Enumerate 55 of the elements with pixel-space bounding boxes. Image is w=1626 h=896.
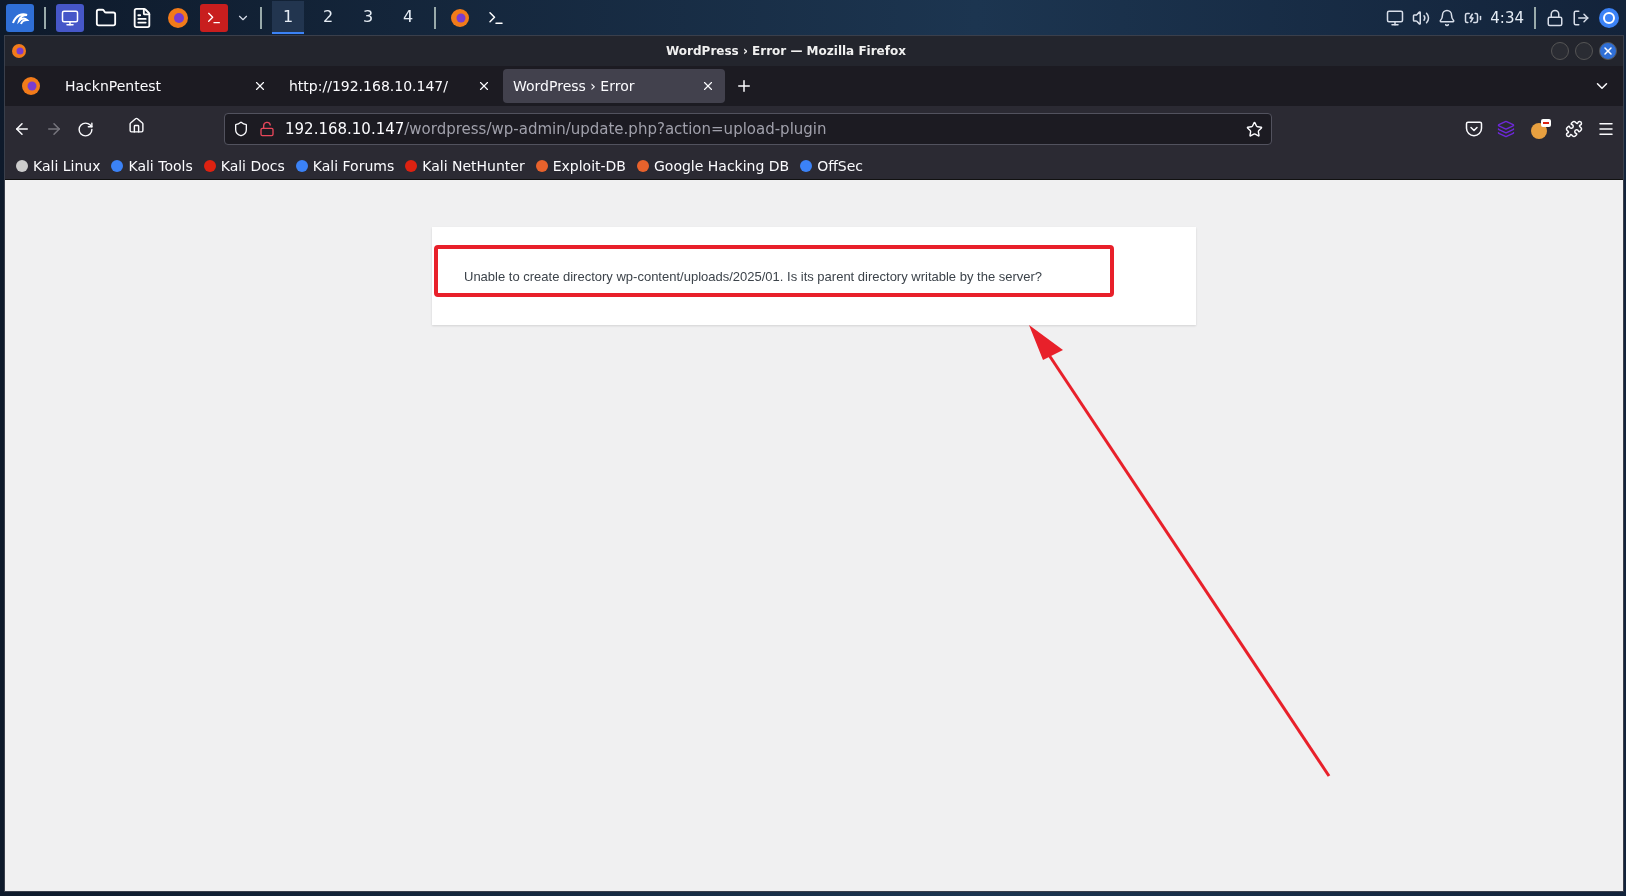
close-tab-icon[interactable] — [253, 79, 267, 93]
dragon-logo-icon[interactable] — [6, 3, 34, 32]
network-icon[interactable] — [1386, 8, 1405, 27]
workspace-button[interactable]: 1 — [272, 1, 304, 34]
address-bar[interactable]: 192.168.10.147/wordpress/wp-admin/update.php?action=upload-plugin — [224, 113, 1272, 145]
pocket-icon[interactable] — [1465, 120, 1483, 138]
reload-icon[interactable] — [77, 120, 94, 138]
bookmark-link[interactable]: Exploit-DB — [534, 157, 626, 174]
forward-icon[interactable] — [45, 120, 63, 138]
close-button[interactable] — [1599, 42, 1617, 60]
browser-tab[interactable]: WordPress › Error — [503, 69, 725, 103]
lock-icon[interactable] — [1546, 8, 1564, 27]
bookmark-link[interactable]: Kali Docs — [202, 157, 285, 174]
browser-tab[interactable]: http://192.168.10.147/ — [279, 69, 501, 103]
bookmark-link[interactable]: Google Hacking DB — [636, 157, 790, 174]
bookmark-link[interactable]: Kali Forums — [294, 157, 395, 174]
site-icon — [110, 158, 125, 173]
firefox-icon — [11, 43, 27, 59]
menu-icon[interactable] — [1597, 120, 1615, 138]
bookmark-link[interactable]: Kali Tools — [110, 157, 193, 174]
workspace-button[interactable]: 2 — [312, 1, 344, 34]
site-icon — [534, 158, 549, 173]
close-icon — [1602, 45, 1614, 57]
browser-tab[interactable]: HacknPentest — [55, 69, 277, 103]
site-icon — [202, 158, 217, 173]
extensions-icon[interactable] — [1565, 120, 1583, 138]
volume-icon[interactable] — [1412, 8, 1431, 27]
firefox-icon[interactable] — [21, 76, 41, 96]
clock[interactable]: 4:34 — [1490, 8, 1524, 27]
new-tab-icon[interactable] — [735, 77, 753, 95]
logout-icon[interactable] — [1572, 8, 1590, 27]
terminal-icon[interactable] — [200, 3, 228, 32]
insecure-lock-icon[interactable] — [259, 121, 275, 137]
close-tab-icon[interactable] — [701, 79, 715, 93]
browser-icon[interactable] — [1598, 6, 1620, 29]
workspace-button[interactable]: 4 — [392, 1, 424, 34]
site-icon — [404, 158, 419, 173]
desktop-icon[interactable] — [56, 3, 84, 32]
bookmark-link[interactable]: Kali Linux — [15, 157, 101, 174]
bookmark-star-icon[interactable] — [1246, 120, 1263, 138]
home-icon[interactable] — [128, 117, 145, 134]
error-message: Unable to create directory wp-content/uploads/2025/01. Is its parent directory writable by the server? — [464, 268, 1043, 284]
site-icon — [294, 158, 309, 173]
extension-badge-icon[interactable] — [1529, 118, 1551, 140]
site-icon — [15, 158, 29, 173]
shield-icon[interactable] — [233, 121, 249, 137]
back-icon[interactable] — [13, 120, 31, 138]
bookmark-link[interactable]: OffSec — [799, 157, 864, 174]
close-tab-icon[interactable] — [477, 79, 491, 93]
workspace-button[interactable]: 3 — [352, 1, 384, 34]
site-icon — [799, 158, 814, 173]
notification-icon[interactable] — [1438, 8, 1457, 27]
bookmark-link[interactable]: Kali NetHunter — [404, 157, 525, 174]
site-icon — [636, 158, 650, 173]
window-title: WordPress › Error — Mozilla Firefox — [665, 44, 907, 58]
